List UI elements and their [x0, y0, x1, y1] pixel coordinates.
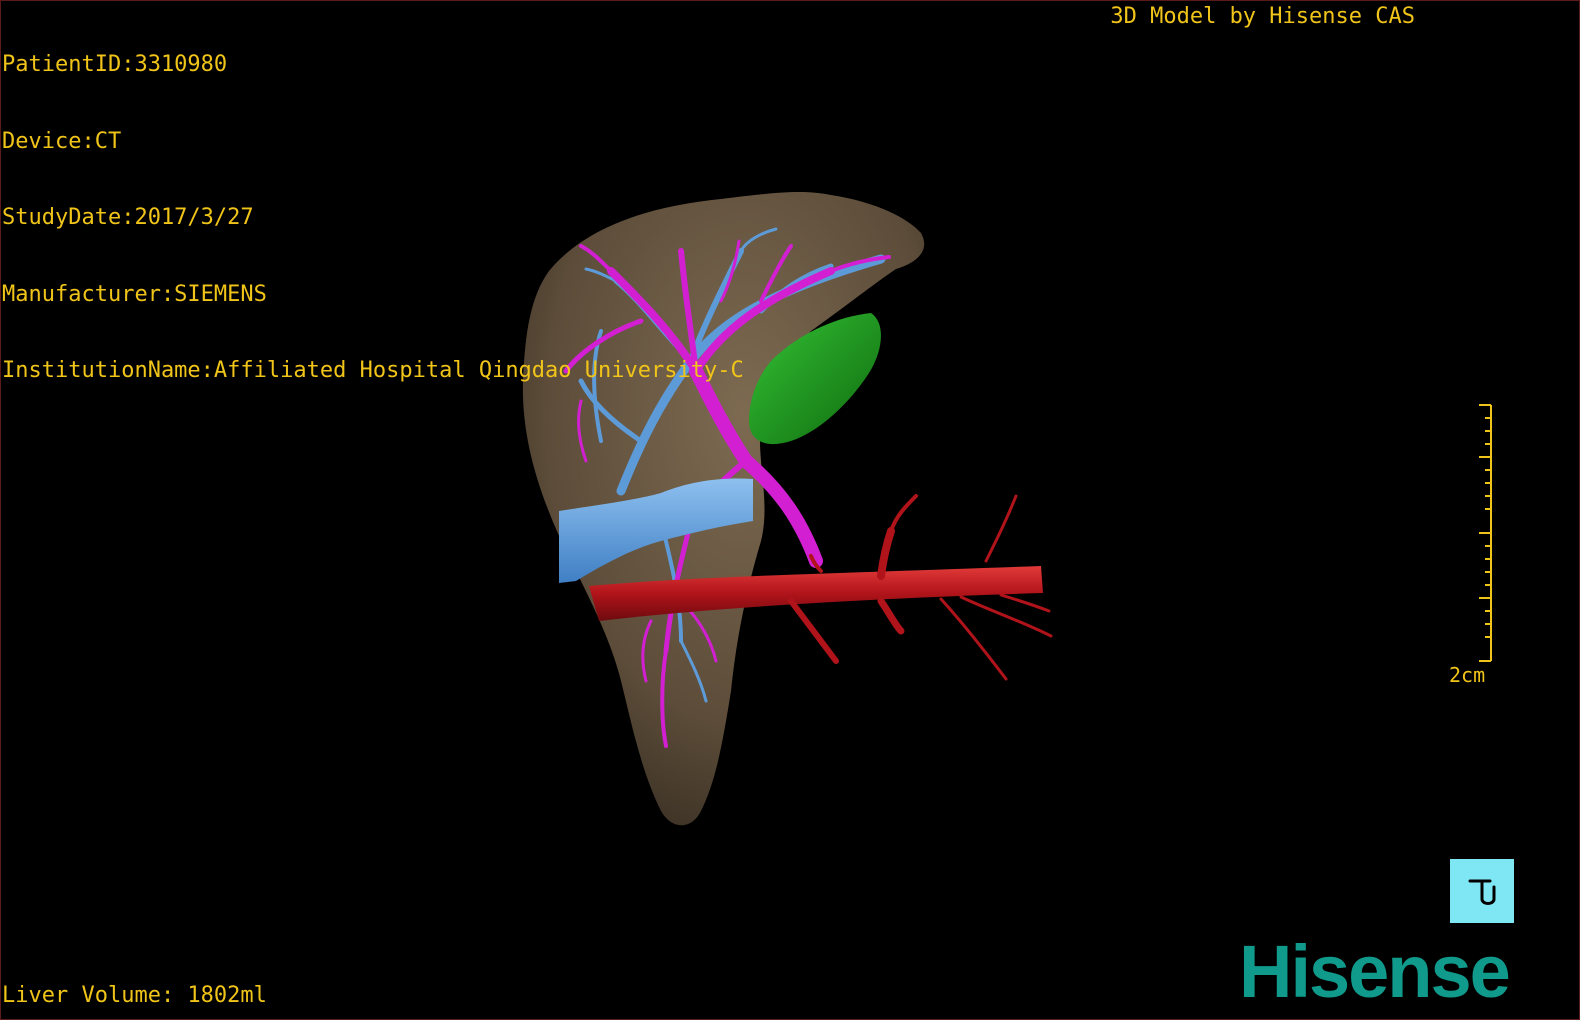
orientation-button[interactable]: [1450, 859, 1514, 923]
patient-info-overlay: PatientID:3310980 Device:CT StudyDate:20…: [2, 1, 744, 435]
3d-viewport[interactable]: PatientID:3310980 Device:CT StudyDate:20…: [0, 0, 1580, 1020]
scale-bar: [1479, 404, 1492, 662]
svg-text:Hisense: Hisense: [1239, 935, 1509, 1009]
manufacturer: Manufacturer:SIEMENS: [2, 281, 267, 307]
device: Device:CT: [2, 128, 122, 154]
institution-name: InstitutionName:Affiliated Hospital Qing…: [2, 358, 744, 383]
study-date: StudyDate:2017/3/27: [2, 205, 254, 230]
hisense-logo: Hisense: [1239, 935, 1511, 1009]
scale-label: 2cm: [1449, 663, 1486, 687]
patient-id: PatientID:3310980: [2, 52, 228, 77]
model-credit: 3D Model by Hisense CAS: [1110, 4, 1415, 29]
posterior-view-icon: [1468, 879, 1496, 905]
liver-volume: Liver Volume: 1802ml: [2, 983, 267, 1008]
